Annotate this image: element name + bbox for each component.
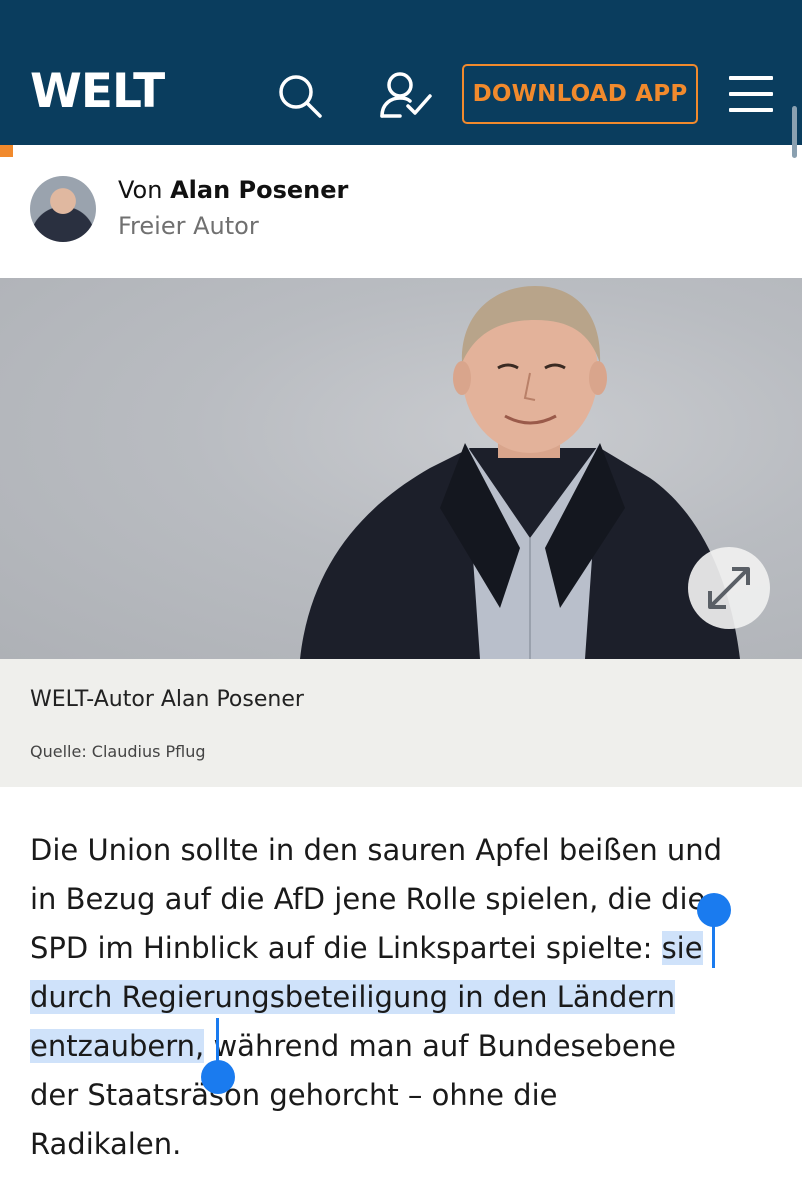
scrollbar[interactable] [792,106,797,158]
author-avatar[interactable] [30,176,96,242]
text-line: in Bezug auf die AfD jene Rolle spielen,… [30,882,706,916]
welt-logo[interactable]: WELT [30,62,165,122]
accent-marker [0,145,13,157]
selected-text: durch Regierungsbeteiligung in den Lände… [30,980,676,1014]
selected-text: sie [661,931,703,965]
author-name[interactable]: Von Alan Posener [118,176,348,204]
user-check-icon[interactable] [378,70,434,120]
author-byline: Von Alan Posener Freier Autor [0,158,802,276]
search-icon[interactable] [276,72,324,120]
image-caption-box: WELT-Autor Alan Posener Quelle: Claudius… [0,659,802,787]
text-line: entzaubern, während man auf Bundesebene [30,1029,676,1063]
selection-start-handle[interactable] [697,893,731,927]
image-caption: WELT-Autor Alan Posener [30,687,304,712]
download-app-button[interactable]: DOWNLOAD APP [462,64,698,124]
article-paragraph[interactable]: Die Union sollte in den sauren Apfel bei… [30,826,780,1169]
text-line: Die Union sollte in den sauren Apfel bei… [30,833,723,867]
site-header: WELT DOWNLOAD APP [0,0,802,158]
menu-icon[interactable] [729,76,773,112]
author-photo[interactable] [0,278,802,659]
text-line: durch Regierungsbeteiligung in den Lände… [30,973,780,1022]
image-source: Quelle: Claudius Pflug [30,742,206,761]
author-role: Freier Autor [118,212,259,240]
expand-icon [708,567,750,609]
text-line: der Staatsräson gehorcht – ohne die [30,1078,558,1112]
selected-text: entzaubern, [30,1029,205,1063]
text-line: SPD im Hinblick auf die Linkspartei spie… [30,931,703,965]
expand-image-button[interactable] [688,547,770,629]
text-line: Radikalen. [30,1127,182,1161]
selection-end-handle[interactable] [201,1060,235,1094]
